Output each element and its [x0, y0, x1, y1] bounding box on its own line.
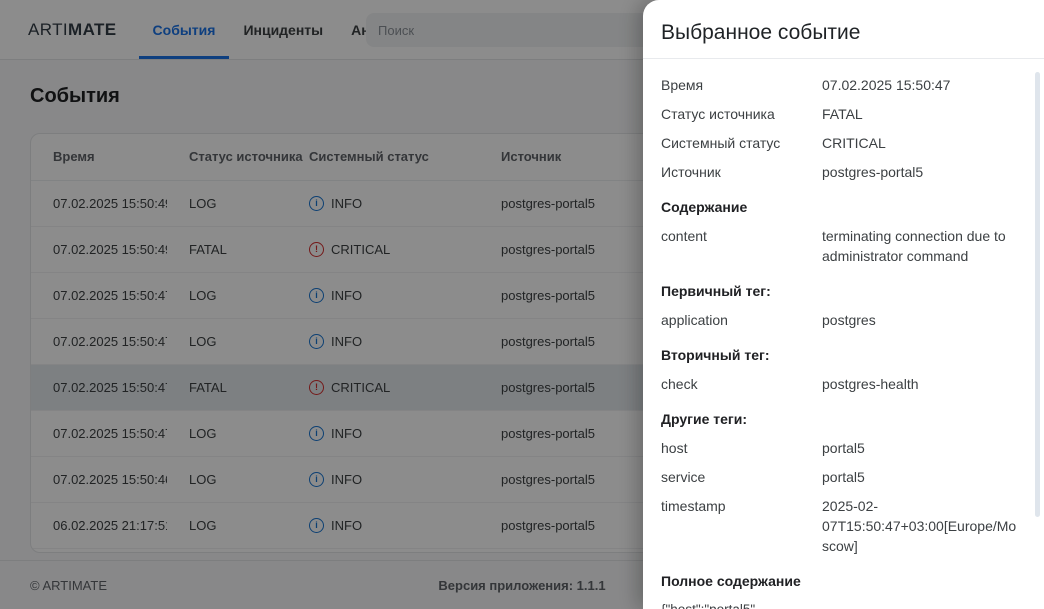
detail-section-header: Полное содержание: [661, 571, 1018, 591]
detail-field-label: timestamp: [661, 496, 822, 556]
detail-field-row: Время07.02.2025 15:50:47: [661, 75, 1018, 95]
detail-field-label: service: [661, 467, 822, 487]
detail-field-label: Источник: [661, 162, 822, 182]
detail-field-label: application: [661, 310, 822, 330]
detail-field-value: portal5: [822, 467, 1018, 487]
detail-field-value: 2025-02-07T15:50:47+03:00[Europe/Moscow]: [822, 496, 1018, 556]
detail-field-label: host: [661, 438, 822, 458]
detail-field-label: Статус источника: [661, 104, 822, 124]
detail-field-value: FATAL: [822, 104, 1018, 124]
detail-section-header: Содержание: [661, 197, 1018, 217]
event-detail-panel: Выбранное событие Время07.02.2025 15:50:…: [643, 0, 1044, 609]
detail-field-value: terminating connection due to administra…: [822, 226, 1018, 266]
detail-raw-line: {"host":"portal5": [661, 600, 1018, 609]
detail-section-header: Другие теги:: [661, 409, 1018, 429]
detail-field-label: check: [661, 374, 822, 394]
detail-field-label: Время: [661, 75, 822, 95]
detail-field-value: CRITICAL: [822, 133, 1018, 153]
panel-body: Время07.02.2025 15:50:47Статус источника…: [643, 59, 1044, 609]
detail-field-row: Статус источникаFATAL: [661, 104, 1018, 124]
detail-field-row: timestamp2025-02-07T15:50:47+03:00[Europ…: [661, 496, 1018, 556]
detail-field-value: postgres-portal5: [822, 162, 1018, 182]
detail-field-row: hostportal5: [661, 438, 1018, 458]
detail-field-value: portal5: [822, 438, 1018, 458]
detail-field-value: 07.02.2025 15:50:47: [822, 75, 1018, 95]
panel-title: Выбранное событие: [643, 0, 1044, 58]
detail-field-row: contentterminating connection due to adm…: [661, 226, 1018, 266]
detail-field-row: checkpostgres-health: [661, 374, 1018, 394]
panel-scrollbar[interactable]: [1035, 72, 1040, 517]
detail-field-row: applicationpostgres: [661, 310, 1018, 330]
detail-section-header: Первичный тег:: [661, 281, 1018, 301]
detail-field-value: postgres: [822, 310, 1018, 330]
detail-field-label: Системный статус: [661, 133, 822, 153]
detail-section-header: Вторичный тег:: [661, 345, 1018, 365]
detail-field-label: content: [661, 226, 822, 266]
detail-field-row: Источникpostgres-portal5: [661, 162, 1018, 182]
detail-field-row: Системный статусCRITICAL: [661, 133, 1018, 153]
detail-field-row: serviceportal5: [661, 467, 1018, 487]
detail-field-value: postgres-health: [822, 374, 1018, 394]
